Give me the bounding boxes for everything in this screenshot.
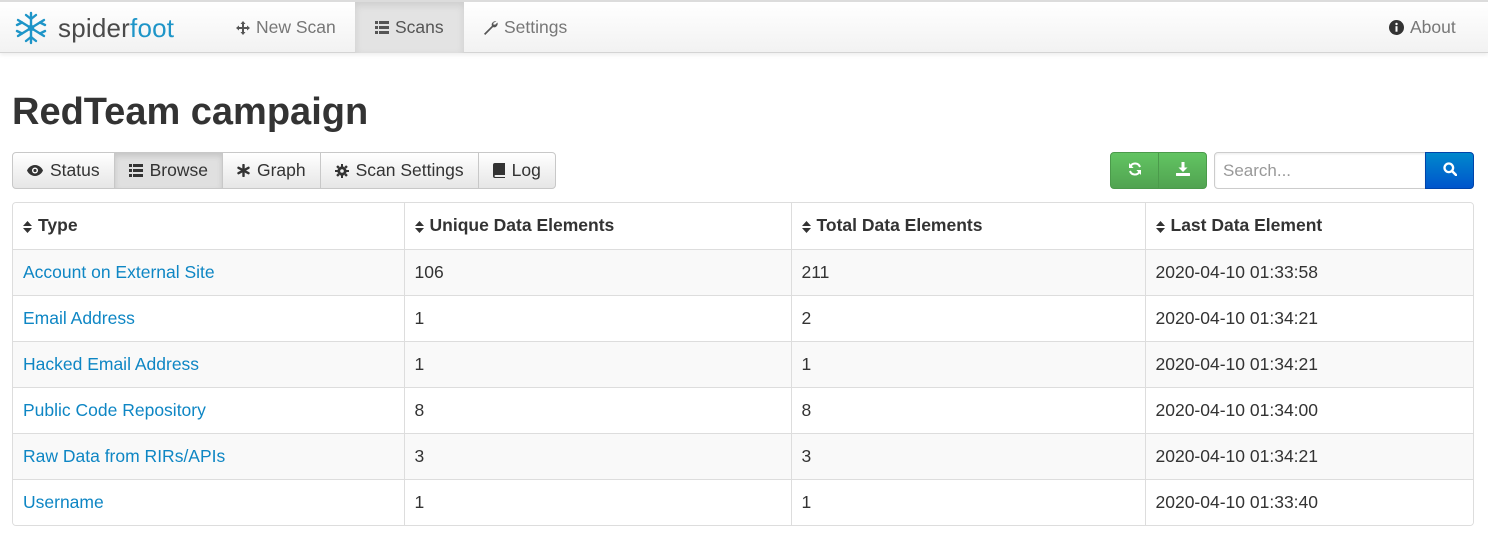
- cell-unique: 1: [403, 478, 791, 525]
- table-row: Account on External Site 106 211 2020-04…: [13, 248, 1473, 295]
- table-row: Public Code Repository 8 8 2020-04-10 01…: [13, 386, 1473, 433]
- sort-icon: [23, 220, 32, 233]
- cell-total: 3: [790, 432, 1145, 479]
- type-link[interactable]: Username: [23, 492, 104, 512]
- column-header-type[interactable]: Type: [13, 203, 404, 249]
- cell-type: Public Code Repository: [13, 386, 404, 433]
- book-icon: [492, 163, 505, 178]
- column-header-total[interactable]: Total Data Elements: [790, 203, 1145, 249]
- tab-log-label: Log: [511, 160, 541, 180]
- cell-unique: 1: [403, 340, 791, 387]
- column-header-unique[interactable]: Unique Data Elements: [403, 203, 791, 249]
- cell-unique: 8: [403, 386, 791, 433]
- tab-status-label: Status: [50, 160, 100, 180]
- search-button[interactable]: [1425, 152, 1474, 189]
- cell-unique: 3: [403, 432, 791, 479]
- eye-icon: [27, 165, 43, 176]
- cell-unique: 1: [403, 294, 791, 341]
- tab-status[interactable]: Status: [12, 152, 115, 189]
- sort-icon: [414, 220, 424, 233]
- tab-graph[interactable]: Graph: [221, 152, 321, 189]
- cell-total: 8: [790, 386, 1145, 433]
- cell-last: 2020-04-10 01:34:21: [1144, 340, 1473, 387]
- nav-scans-label: Scans: [395, 17, 444, 37]
- table-row: Email Address 1 2 2020-04-10 01:34:21: [13, 294, 1473, 341]
- cell-total: 2: [790, 294, 1145, 341]
- search-icon: [1442, 161, 1457, 181]
- column-header-last[interactable]: Last Data Element: [1144, 203, 1473, 249]
- tab-scan-settings-label: Scan Settings: [355, 160, 464, 180]
- type-link[interactable]: Raw Data from RIRs/APIs: [23, 446, 225, 466]
- cell-last: 2020-04-10 01:34:00: [1144, 386, 1473, 433]
- table-header-row: Type Unique Data Elements Total Data Ele…: [13, 203, 1473, 249]
- type-link[interactable]: Hacked Email Address: [23, 354, 199, 374]
- page-title: RedTeam campaign: [12, 91, 369, 133]
- cell-total: 1: [790, 478, 1145, 525]
- cell-total: 1: [790, 340, 1145, 387]
- cell-last: 2020-04-10 01:34:21: [1144, 432, 1473, 479]
- sort-icon: [1155, 220, 1165, 233]
- type-link[interactable]: Public Code Repository: [23, 400, 206, 420]
- cell-unique: 106: [403, 248, 791, 295]
- cell-type: Username: [13, 478, 404, 525]
- wrench-icon: [483, 20, 498, 35]
- download-button[interactable]: [1158, 152, 1207, 189]
- brand-logo[interactable]: spiderfoot: [13, 7, 174, 49]
- search-input[interactable]: [1214, 152, 1426, 189]
- download-icon: [1175, 161, 1190, 181]
- cell-type: Raw Data from RIRs/APIs: [13, 432, 404, 479]
- nav-scans[interactable]: Scans: [355, 2, 464, 53]
- list-icon: [375, 21, 389, 34]
- nav-new-scan-label: New Scan: [256, 17, 336, 37]
- refresh-icon: [1128, 161, 1142, 181]
- type-link[interactable]: Email Address: [23, 308, 135, 328]
- table-row: Hacked Email Address 1 1 2020-04-10 01:3…: [13, 340, 1473, 387]
- nav-about[interactable]: About: [1369, 2, 1476, 53]
- cell-type: Account on External Site: [13, 248, 404, 295]
- list-icon: [128, 164, 143, 177]
- move-icon: [236, 20, 250, 35]
- nav-about-label: About: [1410, 17, 1456, 37]
- navbar: spiderfoot New Scan Scans Settings About: [0, 0, 1488, 53]
- nav-new-scan[interactable]: New Scan: [216, 2, 356, 53]
- tab-graph-label: Graph: [256, 160, 306, 180]
- tab-browse-label: Browse: [149, 160, 208, 180]
- gear-icon: [334, 163, 349, 178]
- cell-last: 2020-04-10 01:33:58: [1144, 248, 1473, 295]
- sort-icon: [801, 220, 811, 233]
- cell-last: 2020-04-10 01:34:21: [1144, 294, 1473, 341]
- scan-tabs: Status Browse Graph Scan Settings Log: [12, 152, 556, 189]
- nav-settings[interactable]: Settings: [463, 2, 587, 53]
- nav-settings-label: Settings: [504, 17, 568, 37]
- table-row: Raw Data from RIRs/APIs 3 3 2020-04-10 0…: [13, 432, 1473, 479]
- cell-total: 211: [790, 248, 1145, 295]
- spider-logo-icon: [15, 11, 47, 45]
- cell-last: 2020-04-10 01:33:40: [1144, 478, 1473, 525]
- tab-browse[interactable]: Browse: [113, 152, 223, 189]
- info-icon: [1389, 20, 1404, 35]
- refresh-button[interactable]: [1110, 152, 1159, 189]
- brand-name: spiderfoot: [58, 12, 175, 43]
- results-table: Type Unique Data Elements Total Data Ele…: [12, 202, 1474, 526]
- tab-scan-settings[interactable]: Scan Settings: [319, 152, 479, 189]
- cell-type: Hacked Email Address: [13, 340, 404, 387]
- type-link[interactable]: Account on External Site: [23, 262, 215, 282]
- tab-log[interactable]: Log: [477, 152, 556, 189]
- asterisk-icon: [237, 164, 250, 177]
- cell-type: Email Address: [13, 294, 404, 341]
- table-row: Username 1 1 2020-04-10 01:33:40: [13, 478, 1473, 525]
